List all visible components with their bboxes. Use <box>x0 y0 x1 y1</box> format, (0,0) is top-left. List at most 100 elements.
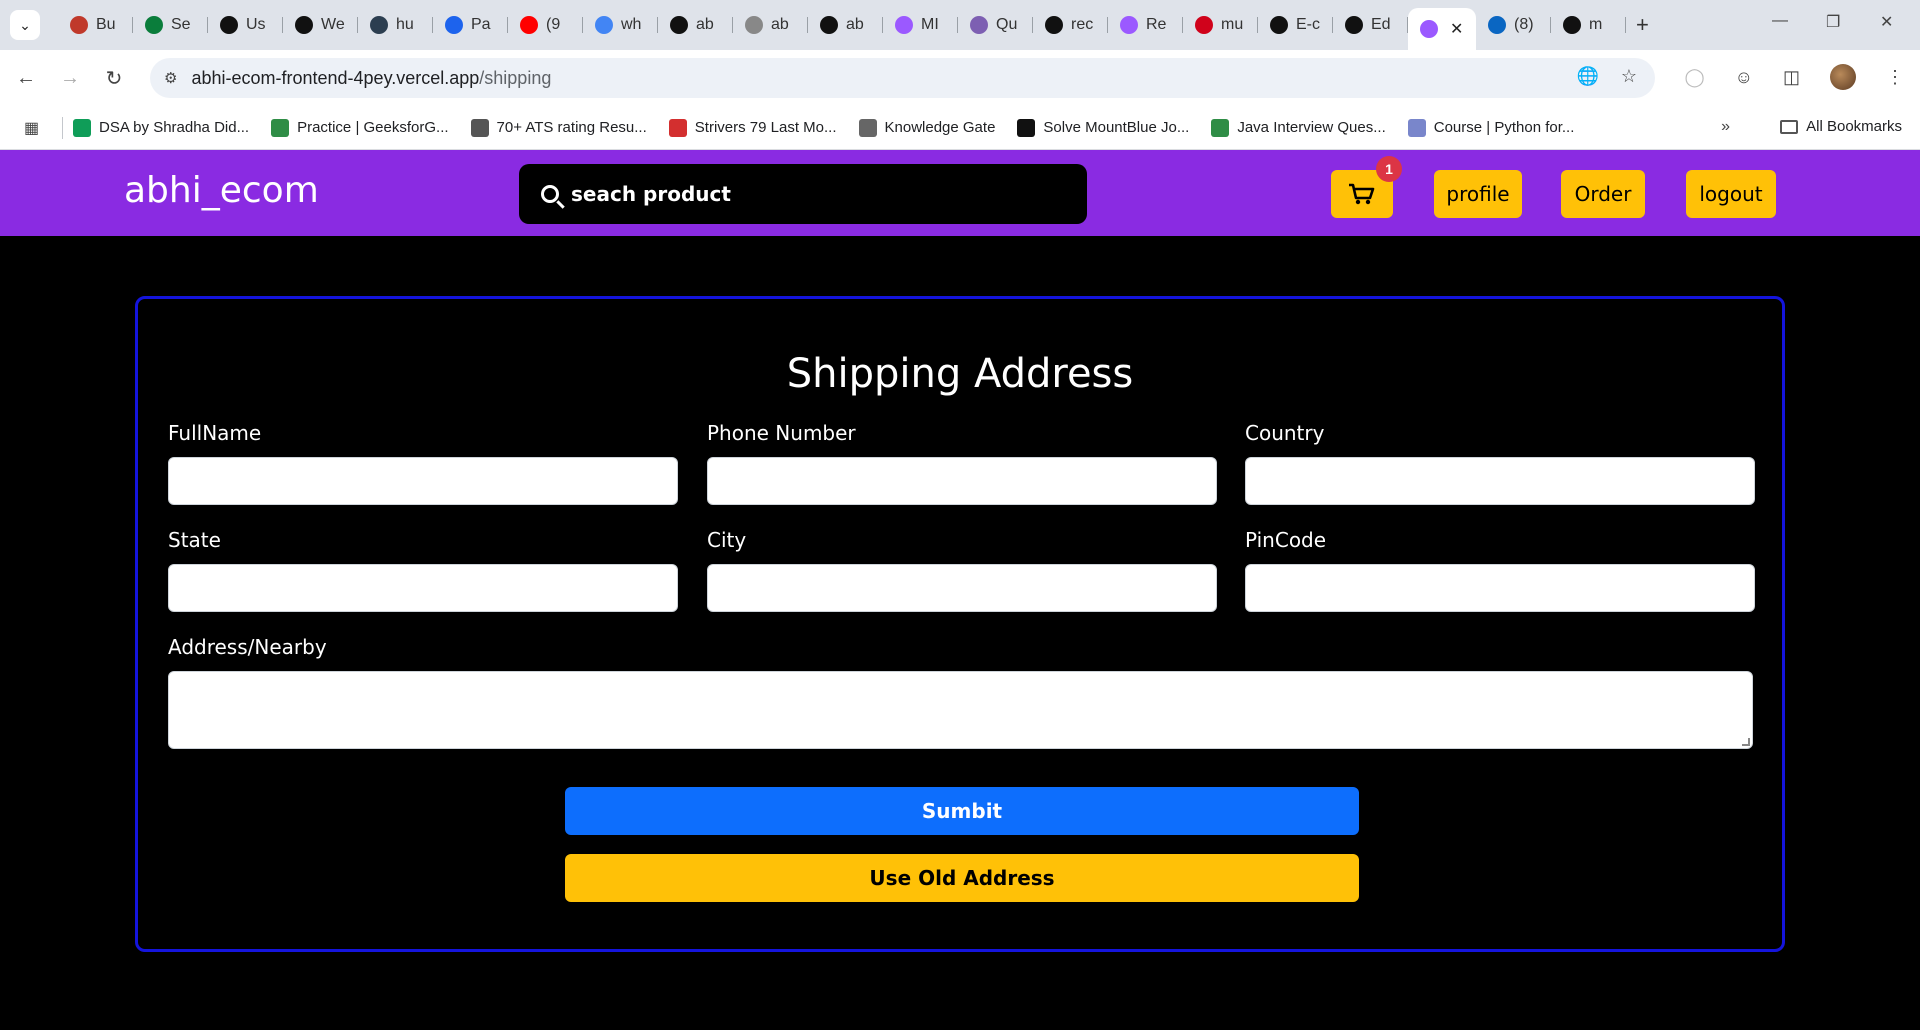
browser-tab[interactable]: ab <box>808 8 883 42</box>
browser-tab[interactable]: ab <box>658 8 733 42</box>
brand-logo[interactable]: abhi_ecom <box>124 170 319 211</box>
folder-icon <box>1780 119 1799 134</box>
shipping-form-card: Shipping Address FullName Phone Number C… <box>135 296 1785 952</box>
bookmark-item[interactable]: Practice | GeeksforG... <box>271 118 449 137</box>
phone-field[interactable] <box>707 457 1217 505</box>
tuf-icon <box>668 118 687 137</box>
browser-tab[interactable]: m <box>1551 8 1626 42</box>
url-host: abhi-ecom-frontend-4pey.vercel.app <box>191 67 480 88</box>
extensions-puzzle-icon[interactable]: ◫ <box>1783 67 1800 88</box>
close-window-button[interactable]: ✕ <box>1880 12 1893 32</box>
avatar-icon <box>70 16 88 34</box>
logout-button[interactable]: logout <box>1686 170 1776 218</box>
tab-label: ab <box>696 16 714 33</box>
bookmarks-divider <box>62 116 63 139</box>
github-icon <box>295 16 313 34</box>
submit-button[interactable]: Sumbit <box>565 787 1359 835</box>
browser-tab[interactable]: E-c <box>1258 8 1333 42</box>
browser-tab[interactable]: Bu <box>58 8 133 42</box>
all-bookmarks-button[interactable]: All Bookmarks <box>1780 118 1902 135</box>
bookmark-label: DSA by Shradha Did... <box>99 119 250 136</box>
bookmark-item[interactable]: Strivers 79 Last Mo... <box>668 118 837 137</box>
vite-icon <box>1420 20 1438 38</box>
browser-tab[interactable]: (8) <box>1476 8 1551 42</box>
profile-button[interactable]: profile <box>1434 170 1522 218</box>
bookmark-item[interactable]: Course | Python for... <box>1407 118 1574 137</box>
browser-tab[interactable]: (9 <box>508 8 583 42</box>
address-label: Address/Nearby <box>168 635 327 659</box>
triangle-icon <box>820 16 838 34</box>
bookmark-star-icon[interactable]: ☆ <box>1621 66 1637 87</box>
address-textarea[interactable] <box>168 671 1753 749</box>
browser-tab[interactable]: MI <box>883 8 958 42</box>
browser-toolbar: ← → ↻ ⚙ abhi-ecom-frontend-4pey.vercel.a… <box>0 50 1920 106</box>
tab-search-button[interactable]: ⌄ <box>10 10 40 40</box>
browser-tab[interactable]: wh <box>583 8 658 42</box>
browser-menu-icon[interactable]: ⋮ <box>1886 67 1904 88</box>
kg-icon <box>858 118 877 137</box>
vercel-link-icon <box>670 16 688 34</box>
bookmark-label: Solve MountBlue Jo... <box>1043 119 1190 136</box>
browser-tab[interactable]: Us <box>208 8 283 42</box>
youtube-icon <box>520 16 538 34</box>
browser-tab[interactable]: rec <box>1033 8 1108 42</box>
bookmark-item[interactable]: Knowledge Gate <box>858 118 996 137</box>
extension-timer-icon[interactable]: ◯ <box>1684 67 1704 88</box>
browser-tab[interactable]: Ed <box>1333 8 1408 42</box>
forward-button[interactable]: → <box>52 60 88 96</box>
browser-tab[interactable]: We <box>283 8 358 42</box>
search-bar[interactable] <box>519 164 1087 224</box>
google-icon <box>595 16 613 34</box>
tab-label: Re <box>1146 16 1167 33</box>
search-input[interactable] <box>571 182 1051 206</box>
country-field[interactable] <box>1245 457 1755 505</box>
browser-tab[interactable]: Pa <box>433 8 508 42</box>
more-bookmarks-chevron-icon[interactable]: » <box>1721 118 1730 136</box>
minimize-button[interactable]: — <box>1772 12 1788 30</box>
fullname-field[interactable] <box>168 457 678 505</box>
bookmark-item[interactable]: Solve MountBlue Jo... <box>1017 118 1190 137</box>
browser-tab[interactable]: hu <box>358 8 433 42</box>
tab-label: m <box>1589 16 1603 33</box>
pincode-field[interactable] <box>1245 564 1755 612</box>
translate-icon[interactable]: 🌐 <box>1576 66 1598 87</box>
browser-tab[interactable]: mu <box>1183 8 1258 42</box>
bookmark-item[interactable]: Java Interview Ques... <box>1211 118 1386 137</box>
bookmark-label: Java Interview Ques... <box>1237 119 1386 136</box>
browser-tab[interactable]: ab <box>733 8 808 42</box>
bookmark-item[interactable]: 70+ ATS rating Resu... <box>470 118 647 137</box>
browser-tab[interactable]: Qu <box>958 8 1033 42</box>
browser-tab[interactable]: Re <box>1108 8 1183 42</box>
tab-label: hu <box>396 16 414 33</box>
use-old-address-button[interactable]: Use Old Address <box>565 854 1359 902</box>
resize-handle-icon[interactable] <box>1742 738 1750 746</box>
globe-icon <box>745 16 763 34</box>
gfg-icon <box>1211 118 1230 137</box>
bookmark-label: Knowledge Gate <box>884 119 996 136</box>
state-field[interactable] <box>168 564 678 612</box>
new-tab-button[interactable]: + <box>1636 12 1649 38</box>
address-bar[interactable]: ⚙ abhi-ecom-frontend-4pey.vercel.app/shi… <box>150 58 1655 98</box>
all-bookmarks-label: All Bookmarks <box>1806 118 1902 135</box>
bookmark-item[interactable]: DSA by Shradha Did... <box>73 118 250 137</box>
extension-face-icon[interactable]: ☺ <box>1735 67 1753 88</box>
bookmark-list: DSA by Shradha Did... Practice | Geeksfor… <box>73 118 1596 137</box>
city-field[interactable] <box>707 564 1217 612</box>
apps-grid-icon[interactable]: ▦ <box>24 118 48 138</box>
fullname-label: FullName <box>168 421 262 445</box>
tab-label: Pa <box>471 16 491 33</box>
openai-icon <box>220 16 238 34</box>
tab-label: (9 <box>546 16 561 33</box>
browser-tab[interactable]: Se <box>133 8 208 42</box>
tab-label: Bu <box>96 16 116 33</box>
orders-button[interactable]: Order <box>1561 170 1645 218</box>
restore-button[interactable]: ❐ <box>1826 12 1840 32</box>
tab-active[interactable]: ✕ <box>1408 8 1476 50</box>
bookmark-label: 70+ ATS rating Resu... <box>496 119 647 136</box>
close-tab-icon[interactable]: ✕ <box>1450 19 1463 39</box>
reload-button[interactable]: ↻ <box>96 60 132 96</box>
site-info-icon[interactable]: ⚙ <box>164 69 177 87</box>
profile-avatar[interactable] <box>1830 64 1856 90</box>
back-button[interactable]: ← <box>8 60 44 96</box>
vite-icon <box>1120 16 1138 34</box>
